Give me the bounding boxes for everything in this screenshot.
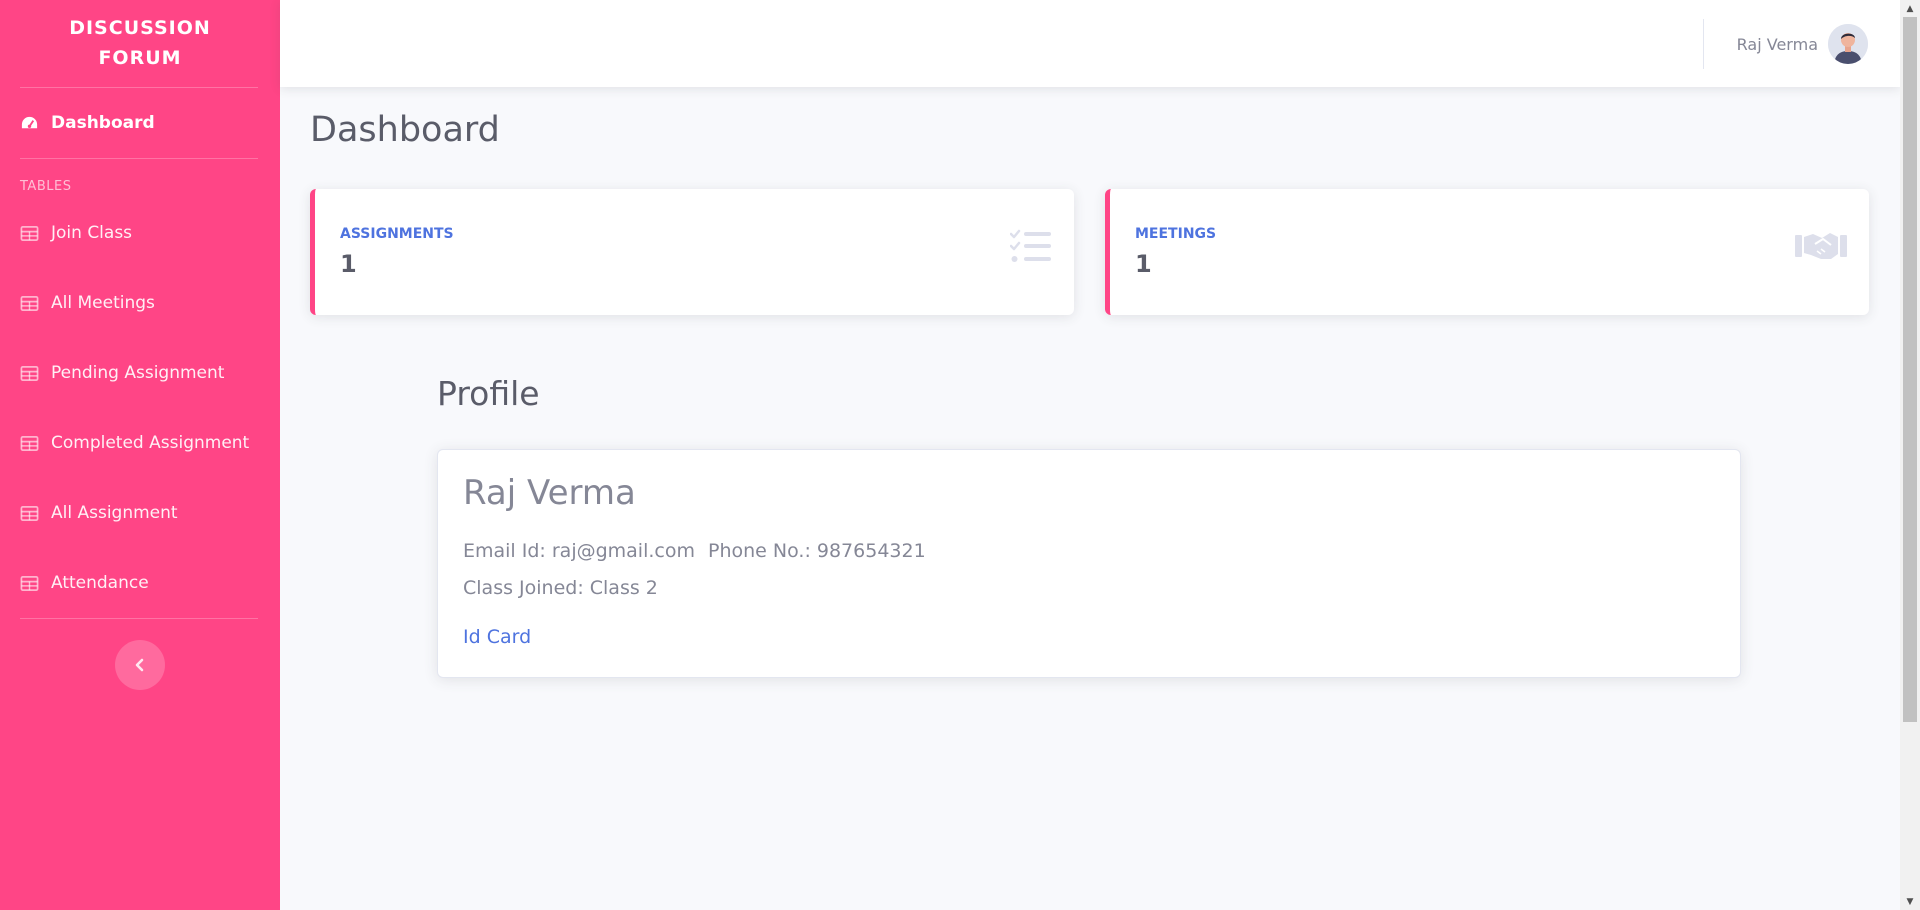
page-title: Dashboard: [310, 110, 500, 150]
profile-heading: Profile: [437, 374, 540, 413]
tachometer-icon: [21, 116, 38, 128]
sidebar: DISCUSSION FORUM Dashboard TABLES Join C…: [0, 0, 280, 910]
sidebar-item-label: Pending Assignment: [51, 363, 225, 383]
brand[interactable]: DISCUSSION FORUM: [0, 0, 280, 86]
card-label: MEETINGS: [1135, 226, 1217, 242]
chevron-left-icon: [135, 658, 144, 672]
table-icon: [20, 505, 39, 521]
scrollbar-thumb[interactable]: [1903, 17, 1917, 722]
profile-phone: Phone No.: 987654321: [708, 540, 926, 562]
table-icon: [20, 365, 39, 381]
brand-title: DISCUSSION FORUM: [69, 17, 211, 69]
sidebar-item-all-meetings[interactable]: All Meetings: [20, 288, 155, 318]
profile-name: Raj Verma: [463, 473, 636, 513]
sidebar-heading: TABLES: [20, 179, 72, 194]
scroll-up-arrow-icon[interactable]: ▲: [1900, 0, 1920, 17]
sidebar-item-dashboard[interactable]: Dashboard: [20, 108, 155, 138]
user-avatar-icon: [1828, 24, 1868, 64]
vertical-scrollbar[interactable]: ▲ ▼: [1900, 0, 1920, 910]
user-name: Raj Verma: [1736, 34, 1818, 54]
sidebar-divider: [20, 618, 258, 619]
profile-card: Raj Verma Email Id: raj@gmail.com Phone …: [437, 449, 1741, 678]
sidebar-item-all-assignment[interactable]: All Assignment: [20, 498, 178, 528]
table-icon: [20, 575, 39, 591]
card-label: ASSIGNMENTS: [340, 226, 454, 242]
sidebar-toggle-button[interactable]: [115, 640, 165, 690]
user-menu[interactable]: Raj Verma: [1737, 22, 1868, 66]
sidebar-item-completed-assignment[interactable]: Completed Assignment: [20, 428, 249, 458]
card-value: 1: [1135, 250, 1152, 278]
avatar[interactable]: [1828, 24, 1868, 64]
sidebar-item-attendance[interactable]: Attendance: [20, 568, 149, 598]
sidebar-divider: [20, 87, 258, 88]
sidebar-item-label: Completed Assignment: [51, 433, 250, 453]
sidebar-item-pending-assignment[interactable]: Pending Assignment: [20, 358, 224, 388]
handshake-icon: [1795, 233, 1847, 259]
sidebar-item-join-class[interactable]: Join Class: [20, 218, 132, 248]
assignments-card: ASSIGNMENTS 1: [310, 189, 1074, 315]
sidebar-item-label: All Assignment: [51, 503, 178, 523]
sidebar-item-label: Dashboard: [51, 113, 155, 133]
scroll-down-arrow-icon[interactable]: ▼: [1900, 893, 1920, 910]
sidebar-item-label: Join Class: [51, 223, 133, 243]
meetings-card: MEETINGS 1: [1105, 189, 1869, 315]
topbar: Raj Verma: [280, 0, 1900, 87]
tasks-list-icon: [1010, 229, 1051, 262]
id-card-link[interactable]: Id Card: [463, 626, 531, 648]
sidebar-item-label: Attendance: [51, 573, 149, 593]
sidebar-divider: [20, 158, 258, 159]
table-icon: [20, 295, 39, 311]
table-icon: [20, 225, 39, 241]
sidebar-item-label: All Meetings: [51, 293, 155, 313]
card-value: 1: [340, 250, 357, 278]
table-icon: [20, 435, 39, 451]
topbar-divider: [1703, 19, 1704, 69]
profile-class-joined: Class Joined: Class 2: [463, 577, 658, 599]
profile-email: Email Id: raj@gmail.com: [463, 540, 695, 562]
